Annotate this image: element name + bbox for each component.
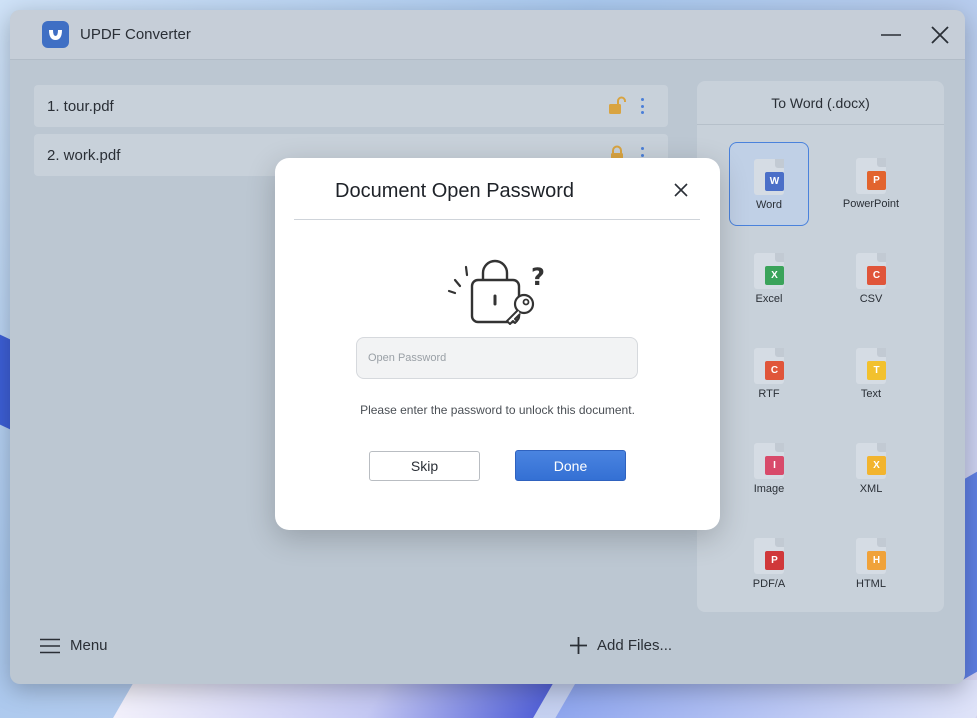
format-label: Word (755, 199, 783, 211)
hamburger-icon (40, 638, 60, 653)
format-label: HTML (856, 578, 886, 590)
format-label: Image (753, 483, 785, 495)
format-panel-header: To Word (.docx) (697, 81, 944, 125)
dialog-close-button[interactable] (671, 180, 691, 200)
file-name: 1. tour.pdf (47, 97, 114, 115)
open-password-input[interactable] (356, 337, 638, 379)
format-label: XML (859, 483, 883, 495)
add-files-button[interactable]: Add Files... (570, 637, 672, 654)
format-label: PowerPoint (842, 198, 900, 210)
minimize-button[interactable] (878, 22, 904, 48)
plus-icon (570, 637, 587, 654)
file-name: 2. work.pdf (47, 146, 121, 164)
skip-button[interactable]: Skip (369, 451, 480, 481)
unlock-icon (608, 96, 626, 121)
file-format-icon: T (856, 348, 886, 384)
format-label: Excel (755, 293, 783, 305)
format-option-pdf-a[interactable]: P PDF/A (729, 522, 809, 606)
format-label: Text (860, 388, 882, 400)
format-label: PDF/A (752, 578, 786, 590)
format-label: CSV (859, 293, 883, 305)
format-option-rtf[interactable]: C RTF (729, 332, 809, 416)
file-format-icon: P (754, 538, 784, 574)
add-files-label: Add Files... (597, 637, 673, 654)
file-format-icon: I (754, 443, 784, 479)
app-title: UPDF Converter (80, 26, 191, 43)
file-format-icon: C (856, 253, 886, 289)
format-option-powerpoint[interactable]: P PowerPoint (831, 142, 911, 226)
password-dialog: Document Open Password ? Please enter th… (275, 158, 720, 530)
file-format-icon: X (754, 253, 784, 289)
close-window-button[interactable] (927, 22, 953, 48)
file-format-icon: H (856, 538, 886, 574)
title-bar: UPDF Converter (10, 10, 965, 60)
done-button[interactable]: Done (515, 450, 626, 481)
format-option-csv[interactable]: C CSV (831, 237, 911, 321)
file-format-icon: C (754, 348, 784, 384)
format-option-xml[interactable]: X XML (831, 427, 911, 511)
password-hint: Please enter the password to unlock this… (360, 403, 635, 417)
format-option-word[interactable]: W Word (729, 142, 809, 226)
lock-key-illustration-icon: ? (445, 258, 549, 333)
menu-label: Menu (70, 637, 108, 654)
app-logo-icon (42, 21, 69, 48)
format-option-html[interactable]: H HTML (831, 522, 911, 606)
dialog-title: Document Open Password (335, 180, 575, 202)
format-panel: To Word (.docx) W Word P PowerPoint X Excel C C… (697, 81, 944, 612)
menu-button[interactable]: Menu (40, 637, 108, 654)
format-option-excel[interactable]: X Excel (729, 237, 809, 321)
format-option-image[interactable]: I Image (729, 427, 809, 511)
file-format-icon: X (856, 443, 886, 479)
format-label: RTF (758, 388, 780, 400)
minimize-icon (881, 34, 901, 36)
close-icon (931, 26, 949, 44)
format-option-text[interactable]: T Text (831, 332, 911, 416)
file-format-icon: W (754, 159, 784, 195)
file-row[interactable]: 1. tour.pdf (34, 85, 668, 127)
file-format-icon: P (856, 158, 886, 194)
svg-text:?: ? (531, 263, 545, 291)
close-icon (674, 183, 688, 197)
more-options-button[interactable] (635, 96, 649, 116)
dialog-divider (294, 219, 700, 220)
